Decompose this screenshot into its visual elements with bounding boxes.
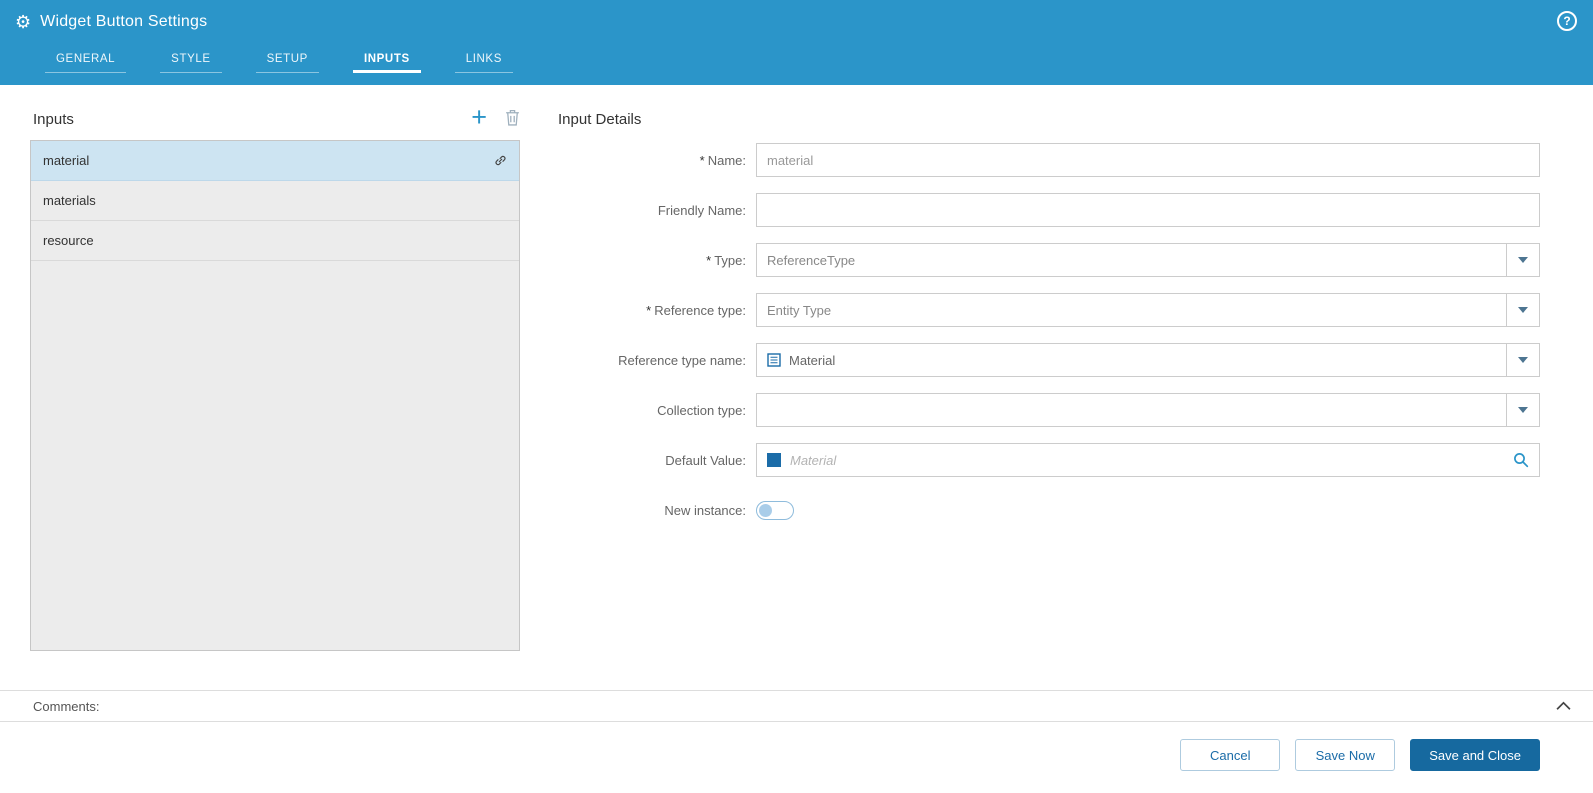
- reference-type-name-dropdown-value: Material: [789, 352, 836, 368]
- comments-label: Comments:: [33, 698, 100, 714]
- type-dropdown-button[interactable]: [1506, 244, 1539, 276]
- chevron-up-icon: [1556, 701, 1571, 710]
- friendly-name-field[interactable]: [756, 193, 1540, 227]
- inputs-panel-actions: +: [452, 104, 520, 131]
- entity-color-square: [767, 453, 781, 467]
- form-row-reference-type-name: Reference type name: Material: [558, 343, 1540, 377]
- name-field[interactable]: [756, 143, 1540, 177]
- delete-input-button[interactable]: [505, 109, 520, 126]
- chevron-down-icon: [1518, 407, 1528, 413]
- required-marker: *: [646, 302, 652, 318]
- save-and-close-button[interactable]: Save and Close: [1410, 739, 1540, 771]
- form-row-type: * Type: ReferenceType: [558, 243, 1540, 277]
- default-value-picker[interactable]: [756, 443, 1540, 477]
- type-dropdown-value: ReferenceType: [767, 252, 856, 268]
- default-value-field[interactable]: [790, 452, 1504, 468]
- tab-inputs[interactable]: INPUTS: [352, 44, 421, 73]
- search-icon: [1514, 453, 1529, 468]
- reference-type-dropdown-button[interactable]: [1506, 294, 1539, 326]
- title-bar: ⚙ Widget Button Settings: [0, 0, 1593, 44]
- cancel-button[interactable]: Cancel: [1180, 739, 1281, 771]
- comments-bar: Comments:: [0, 690, 1593, 722]
- link-icon: [494, 154, 507, 167]
- form-row-default-value: Default Value:: [558, 443, 1540, 477]
- type-dropdown[interactable]: ReferenceType: [756, 243, 1540, 277]
- name-label: * Name:: [699, 152, 746, 168]
- input-details-title: Input Details: [558, 111, 642, 128]
- form-row-collection-type: Collection type:: [558, 393, 1540, 427]
- list-item-label: material: [43, 153, 90, 168]
- reference-type-name-dropdown[interactable]: Material: [756, 343, 1540, 377]
- dialog-footer: Cancel Save Now Save and Close: [1180, 739, 1540, 771]
- reference-type-name-dropdown-button[interactable]: [1506, 344, 1539, 376]
- inputs-panel-title: Inputs: [33, 111, 74, 128]
- new-instance-label: New instance:: [664, 502, 746, 518]
- type-label: * Type:: [706, 252, 746, 268]
- reference-type-name-label: Reference type name:: [618, 352, 746, 368]
- required-marker: *: [706, 252, 712, 268]
- new-instance-toggle[interactable]: [756, 500, 794, 520]
- required-marker: *: [699, 152, 705, 168]
- chevron-down-icon: [1518, 357, 1528, 363]
- collection-type-dropdown[interactable]: [756, 393, 1540, 427]
- reference-type-dropdown[interactable]: Entity Type: [756, 293, 1540, 327]
- form-row-name: * Name:: [558, 143, 1540, 177]
- add-input-button[interactable]: +: [471, 104, 487, 131]
- entity-list-icon: [767, 353, 781, 367]
- list-item-label: materials: [43, 193, 96, 208]
- list-item-label: resource: [43, 233, 94, 248]
- tab-setup[interactable]: SETUP: [255, 44, 319, 73]
- form-row-new-instance: New instance:: [558, 493, 1540, 527]
- widget-button-settings-dialog: ⚙ Widget Button Settings ? GENERAL STYLE…: [0, 0, 1593, 793]
- tab-links[interactable]: LINKS: [454, 44, 513, 73]
- trash-icon: [506, 109, 519, 126]
- input-details-form: *Name: Friendly Name: *Type: ReferenceTy…: [558, 143, 1540, 543]
- tab-style[interactable]: STYLE: [160, 44, 222, 73]
- chevron-down-icon: [1518, 257, 1528, 263]
- comments-collapse-button[interactable]: [1556, 701, 1571, 711]
- default-value-label: Default Value:: [665, 452, 746, 468]
- dialog-header: ⚙ Widget Button Settings ? GENERAL STYLE…: [0, 0, 1593, 85]
- reference-type-label: * Reference type:: [646, 302, 746, 318]
- collection-type-dropdown-button[interactable]: [1506, 394, 1539, 426]
- default-value-search-button[interactable]: [1513, 452, 1529, 468]
- tab-bar: GENERAL STYLE SETUP INPUTS LINKS: [0, 44, 1593, 85]
- list-item-materials[interactable]: materials: [31, 181, 519, 221]
- list-item-material[interactable]: material: [31, 141, 519, 181]
- inputs-list: material materials resource: [30, 140, 520, 651]
- toggle-knob: [759, 503, 772, 517]
- form-row-friendly-name: Friendly Name:: [558, 193, 1540, 227]
- reference-type-dropdown-value: Entity Type: [767, 302, 832, 318]
- chevron-down-icon: [1518, 307, 1528, 313]
- help-icon[interactable]: ?: [1557, 11, 1577, 31]
- collection-type-label: Collection type:: [657, 402, 746, 418]
- save-now-button[interactable]: Save Now: [1295, 739, 1396, 771]
- dialog-title: Widget Button Settings: [40, 13, 208, 30]
- gear-icon: ⚙: [15, 12, 32, 32]
- tab-general[interactable]: GENERAL: [45, 44, 127, 73]
- friendly-name-label: Friendly Name:: [657, 202, 746, 218]
- list-item-resource[interactable]: resource: [31, 221, 519, 261]
- form-row-reference-type: * Reference type: Entity Type: [558, 293, 1540, 327]
